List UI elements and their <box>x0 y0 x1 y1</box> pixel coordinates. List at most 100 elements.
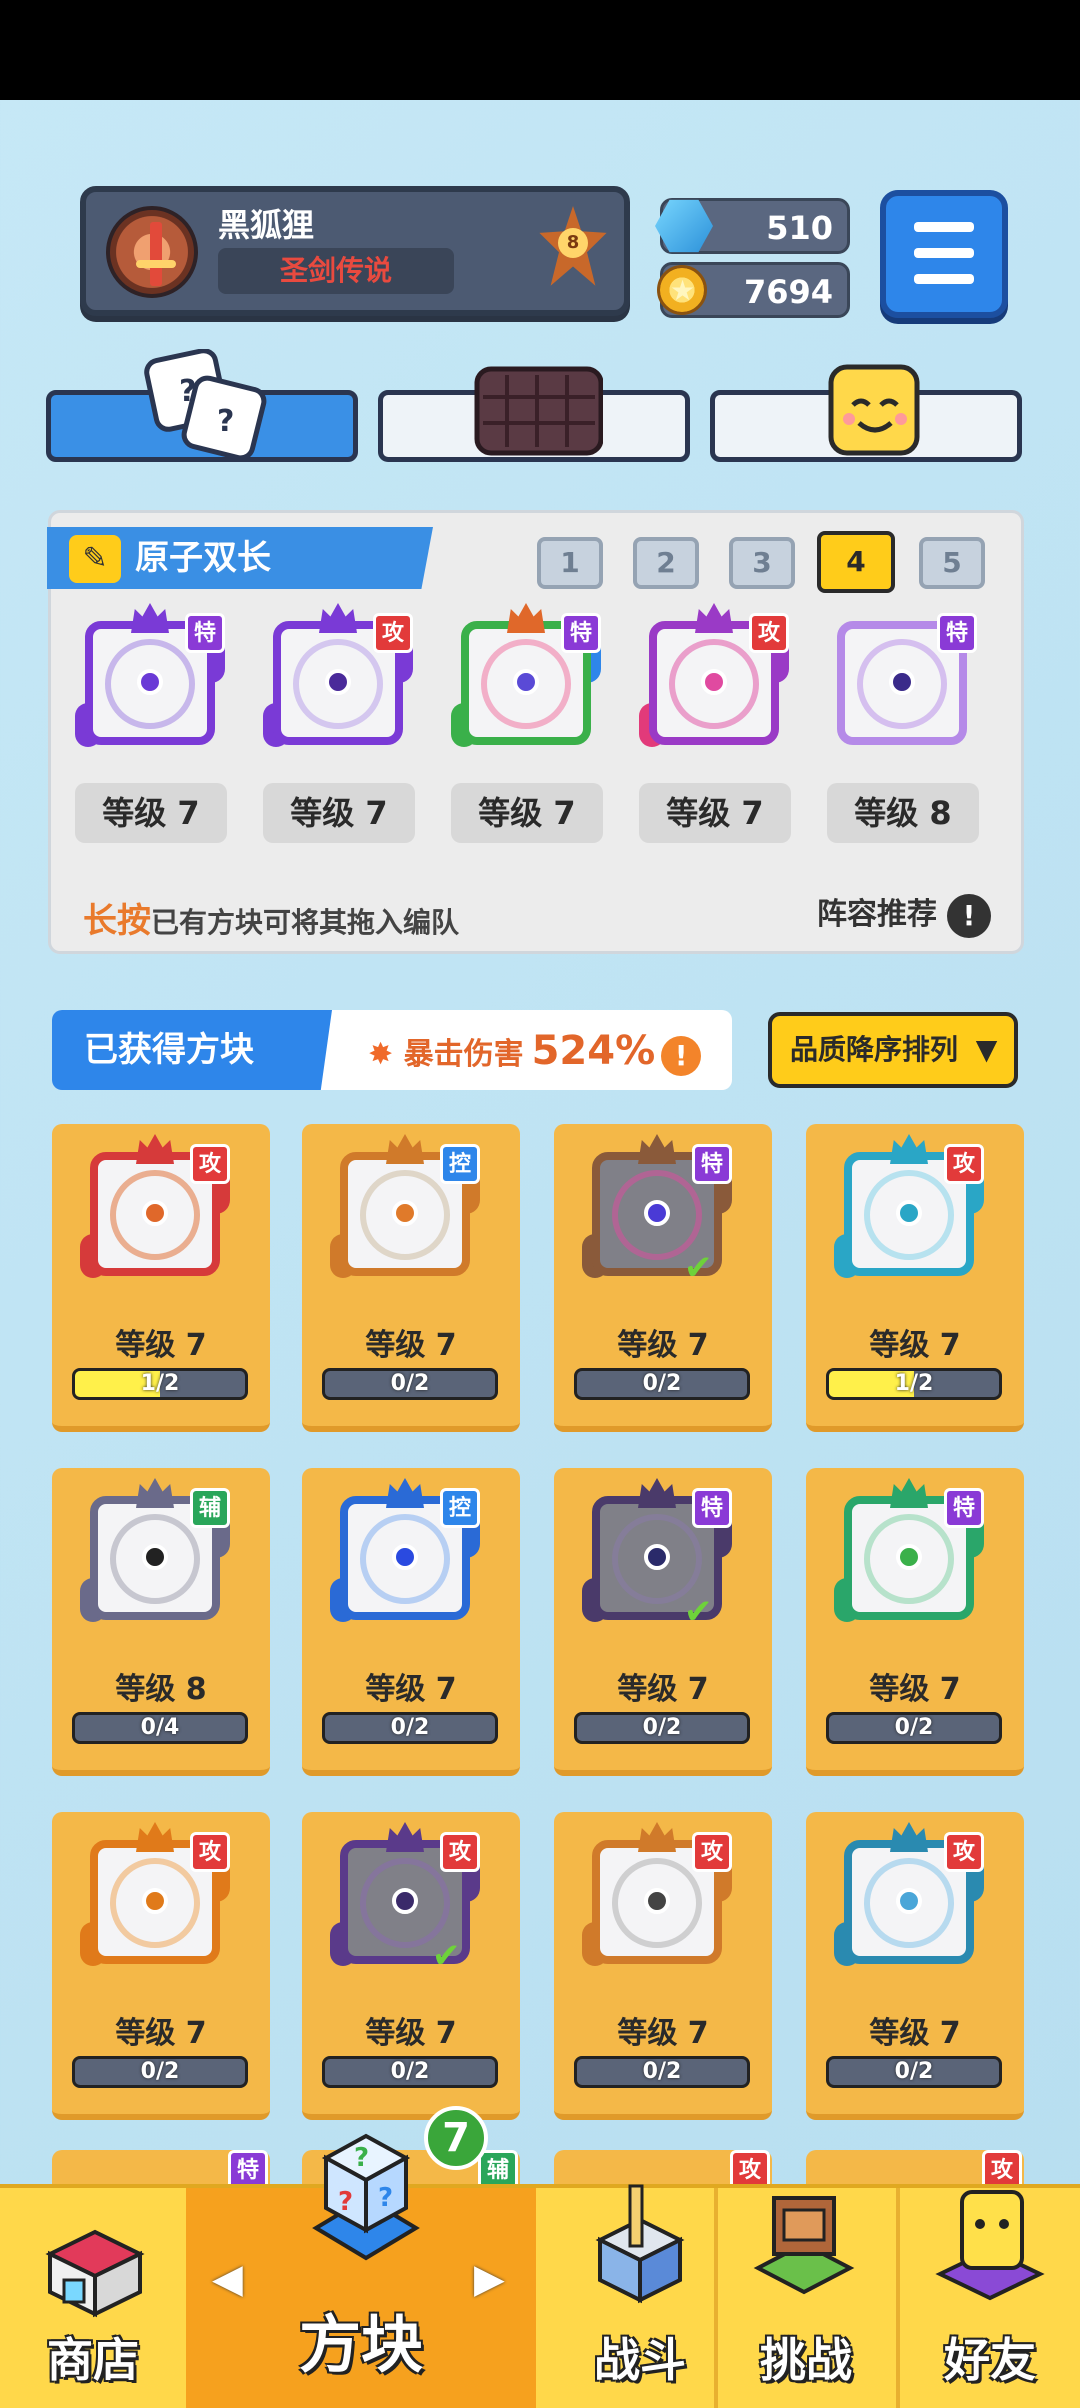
block-art: 辅 <box>80 1478 230 1628</box>
card-level: 等级 8 <box>115 1672 207 1707</box>
type-tag: 攻 <box>749 613 789 653</box>
block-art: 攻 <box>263 603 413 753</box>
player-title: 圣剑传说 <box>218 248 454 294</box>
gem-counter[interactable]: 510 <box>655 198 850 254</box>
tab-dice[interactable]: ? ? <box>46 349 358 462</box>
type-tag: 攻 <box>944 1144 984 1184</box>
friend-block-icon <box>935 2190 1045 2301</box>
lineup-tab-2[interactable]: 2 <box>633 537 699 589</box>
equipped-check-icon: ✔ <box>684 1248 713 1288</box>
card-level: 等级 7 <box>365 2016 457 2051</box>
sort-label: 品质降序排列 <box>790 1033 959 1066</box>
upgrade-progress-bar: 0/2 <box>574 2056 750 2088</box>
progress-text: 0/2 <box>390 2059 430 2084</box>
upgrade-progress-bar: 0/2 <box>322 1712 498 1744</box>
nav-challenge[interactable]: 挑战 <box>718 2188 894 2408</box>
progress-text: 0/2 <box>894 1715 934 1740</box>
progress-text: 0/2 <box>642 1371 682 1396</box>
lineup-tab-5[interactable]: 5 <box>919 537 985 589</box>
card-level: 等级 7 <box>115 2016 207 2051</box>
block-card[interactable]: ✔ 攻等级 7 0/2 <box>302 1812 520 2120</box>
nav-prev-arrow-icon[interactable]: ◀ <box>212 2256 243 2302</box>
coin-icon: ★ <box>657 265 707 315</box>
progress-text: 0/4 <box>140 1715 180 1740</box>
coin-value: 7694 <box>743 273 833 311</box>
block-art: 特 <box>834 1478 984 1628</box>
nav-shop-label: 商店 <box>47 2333 139 2387</box>
nav-next-arrow-icon[interactable]: ▶ <box>474 2256 505 2302</box>
svg-text:?: ? <box>378 2183 393 2213</box>
lineup-tab-4[interactable]: 4 <box>817 531 895 593</box>
tab-skins[interactable] <box>710 364 1022 462</box>
upgrade-progress-bar: 1/2 <box>826 1368 1002 1400</box>
drag-hint: 长按已有方块可将其拖入编队 <box>83 893 459 942</box>
obtained-title: 已获得方块 <box>52 1010 332 1090</box>
crit-damage[interactable]: ✸ 暴击伤害 524%! <box>368 1028 702 1076</box>
block-card[interactable]: 攻等级 7 0/2 <box>806 1812 1024 2120</box>
upgrade-progress-bar: 0/2 <box>574 1712 750 1744</box>
crit-label: 暴击伤害 <box>403 1037 524 1072</box>
type-tag: 攻 <box>944 1832 984 1872</box>
progress-text: 0/2 <box>140 2059 180 2084</box>
status-bar <box>0 0 1080 100</box>
lineup-tab-1[interactable]: 1 <box>537 537 603 589</box>
upgrade-progress-bar: 0/2 <box>322 2056 498 2088</box>
block-art: 攻 <box>80 1822 230 1972</box>
progress-text: 1/2 <box>140 1371 180 1396</box>
card-level: 等级 7 <box>869 2016 961 2051</box>
block-card[interactable]: ✔ 特等级 7 0/2 <box>554 1124 772 1432</box>
sword-guard-icon <box>136 260 176 268</box>
crit-value: 524% <box>531 1028 656 1074</box>
tab-board[interactable] <box>378 366 690 462</box>
nav-shop[interactable]: 商店 <box>0 2188 186 2408</box>
nav-challenge-label: 挑战 <box>760 2333 852 2387</box>
block-art: 特 <box>827 603 977 753</box>
menu-button[interactable] <box>880 190 1008 318</box>
level-label: 等级 7 <box>75 783 227 843</box>
recommend-button[interactable]: 阵容推荐! <box>817 889 991 938</box>
lineup-tab-3[interactable]: 3 <box>729 537 795 589</box>
card-level: 等级 7 <box>115 1328 207 1363</box>
block-card[interactable]: 攻等级 7 1/2 <box>806 1124 1024 1432</box>
nav-friends-label: 好友 <box>944 2333 1036 2387</box>
player-profile[interactable]: 黑狐狸 圣剑传说 8 <box>80 186 630 316</box>
card-level: 等级 7 <box>365 1328 457 1363</box>
avatar <box>106 206 198 298</box>
block-card[interactable]: 辅等级 8 0/4 <box>52 1468 270 1776</box>
crit-info-icon: ! <box>661 1035 702 1076</box>
equipped-check-icon: ✔ <box>432 1936 461 1976</box>
nav-battle[interactable]: 战斗 <box>566 2184 714 2408</box>
level-label: 等级 7 <box>639 783 791 843</box>
type-tag: 攻 <box>692 1832 732 1872</box>
block-card[interactable]: 控等级 7 0/2 <box>302 1468 520 1776</box>
block-card[interactable]: 特等级 7 0/2 <box>806 1468 1024 1776</box>
card-level: 等级 7 <box>869 1328 961 1363</box>
block-art: 攻 <box>834 1822 984 1972</box>
gem-value: 510 <box>766 209 833 247</box>
block-card[interactable]: 攻等级 7 0/2 <box>52 1812 270 2120</box>
progress-text: 0/2 <box>642 1715 682 1740</box>
upgrade-progress-bar: 0/2 <box>322 1368 498 1400</box>
type-tag: 攻 <box>190 1144 230 1184</box>
obtained-header: 已获得方块 ✸ 暴击伤害 524%! <box>52 1010 732 1090</box>
block-card[interactable]: ✔ 特等级 7 0/2 <box>554 1468 772 1776</box>
level-label: 等级 7 <box>263 783 415 843</box>
type-tag: 控 <box>440 1144 480 1184</box>
edit-icon[interactable]: ✎ <box>69 535 121 583</box>
card-level: 等级 7 <box>869 1672 961 1707</box>
coin-counter[interactable]: ★ 7694 <box>657 262 850 318</box>
block-card[interactable]: 攻等级 7 0/2 <box>554 1812 772 2120</box>
block-card[interactable]: 攻等级 7 1/2 <box>52 1124 270 1432</box>
nav-friends[interactable]: 好友 <box>900 2188 1080 2408</box>
block-card[interactable]: 控等级 7 0/2 <box>302 1124 520 1432</box>
menu-icon <box>914 222 974 232</box>
shop-icon <box>45 2229 145 2318</box>
block-art: 攻 <box>582 1822 732 1972</box>
sort-button[interactable]: 品质降序排列 ▼ <box>768 1012 1018 1088</box>
block-art: 控 <box>330 1134 480 1284</box>
type-tag: 特 <box>692 1144 732 1184</box>
level-label: 等级 8 <box>827 783 979 843</box>
upgrade-progress-bar: 0/2 <box>826 1712 1002 1744</box>
upgrade-progress-bar: 0/2 <box>574 1368 750 1400</box>
block-art: ✔ 特 <box>582 1478 732 1632</box>
